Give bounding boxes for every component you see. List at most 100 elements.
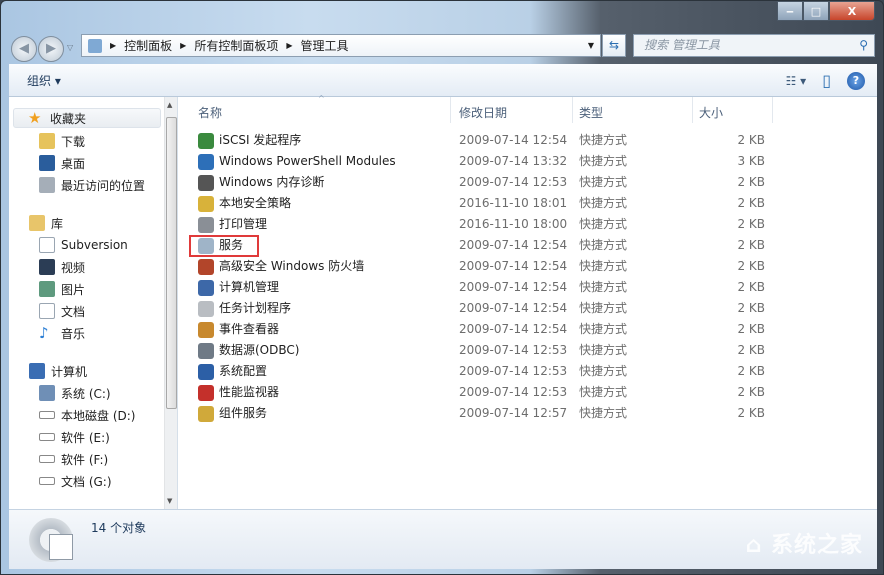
shortcut-icon xyxy=(198,406,214,422)
file-name: 任务计划程序 xyxy=(219,301,292,315)
file-date: 2009-07-14 12:57 xyxy=(459,406,568,420)
scrollbar-thumb[interactable] xyxy=(166,117,177,409)
nav-libraries[interactable]: 库 xyxy=(29,213,63,233)
file-type: 快捷方式 xyxy=(579,364,628,378)
file-row[interactable]: 数据源(ODBC) 2009-07-14 12:53 快捷方式 2 KB xyxy=(178,340,878,361)
file-type: 快捷方式 xyxy=(579,133,628,147)
file-row[interactable]: 高级安全 Windows 防火墙 2009-07-14 12:54 快捷方式 2… xyxy=(178,256,878,277)
file-row[interactable]: 服务 2009-07-14 12:54 快捷方式 2 KB xyxy=(178,235,878,256)
forward-button[interactable]: ▶ xyxy=(38,36,64,62)
breadcrumb-segment[interactable]: 控制面板 xyxy=(124,37,172,54)
nav-drive-f[interactable]: 软件 (F:) xyxy=(39,449,108,469)
system-drive-icon xyxy=(39,385,55,401)
file-list: 名称 ^ 修改日期 类型 大小 iSCSI 发起程序 2009-07-14 12… xyxy=(177,94,878,509)
file-row[interactable]: Windows PowerShell Modules 2009-07-14 13… xyxy=(178,151,878,172)
checklist-icon xyxy=(49,534,73,560)
search-input[interactable]: 搜索 管理工具 ⚲ xyxy=(633,34,875,57)
file-type: 快捷方式 xyxy=(579,301,628,315)
file-size: 2 KB xyxy=(737,406,765,420)
column-header-date[interactable]: 修改日期 xyxy=(459,104,507,121)
breadcrumb-segment[interactable]: 管理工具 xyxy=(301,37,349,54)
column-header-type[interactable]: 类型 xyxy=(579,104,603,121)
maximize-button[interactable]: □ xyxy=(803,1,829,21)
shortcut-icon xyxy=(198,301,214,317)
file-row[interactable]: 任务计划程序 2009-07-14 12:54 快捷方式 2 KB xyxy=(178,298,878,319)
nav-item-desktop[interactable]: 桌面 xyxy=(39,153,85,173)
nav-computer[interactable]: 计算机 xyxy=(29,361,87,381)
nav-item-videos[interactable]: 视频 xyxy=(39,257,85,277)
file-row[interactable]: 计算机管理 2009-07-14 12:54 快捷方式 2 KB xyxy=(178,277,878,298)
file-name: 计算机管理 xyxy=(219,280,280,294)
drive-icon xyxy=(39,411,55,419)
file-size: 2 KB xyxy=(737,133,765,147)
file-name: 打印管理 xyxy=(219,217,268,231)
details-pane: 14 个对象 ⌂ 系统之家 xyxy=(9,509,877,569)
file-row[interactable]: iSCSI 发起程序 2009-07-14 12:54 快捷方式 2 KB xyxy=(178,130,878,151)
nav-drive-d[interactable]: 本地磁盘 (D:) xyxy=(39,405,135,425)
file-type: 快捷方式 xyxy=(579,217,628,231)
shortcut-icon xyxy=(198,385,214,401)
help-button[interactable]: ? xyxy=(847,71,865,90)
back-button[interactable]: ◀ xyxy=(11,36,37,62)
nav-drive-c[interactable]: 系统 (C:) xyxy=(39,383,111,403)
nav-item-pictures[interactable]: 图片 xyxy=(39,279,85,299)
file-size: 2 KB xyxy=(737,364,765,378)
nav-item-downloads[interactable]: 下载 xyxy=(39,131,85,151)
file-type: 快捷方式 xyxy=(579,175,628,189)
file-date: 2016-11-10 18:00 xyxy=(459,217,568,231)
shortcut-icon xyxy=(198,280,214,296)
file-row[interactable]: 系统配置 2009-07-14 12:53 快捷方式 2 KB xyxy=(178,361,878,382)
file-size: 2 KB xyxy=(737,385,765,399)
breadcrumb-segment[interactable]: 所有控制面板项 xyxy=(194,37,278,54)
file-row[interactable]: 性能监视器 2009-07-14 12:53 快捷方式 2 KB xyxy=(178,382,878,403)
close-button[interactable]: X xyxy=(829,1,875,21)
document-library-icon xyxy=(39,237,55,253)
views-button[interactable]: ☷ ▾ xyxy=(786,74,807,88)
recent-pages-dropdown[interactable]: ▽ xyxy=(67,43,73,52)
nav-item-subversion[interactable]: Subversion xyxy=(39,235,128,255)
drive-icon xyxy=(39,477,55,485)
file-size: 2 KB xyxy=(737,196,765,210)
shortcut-icon xyxy=(198,133,214,149)
music-note-icon: ♪ xyxy=(39,324,49,342)
file-date: 2009-07-14 12:53 xyxy=(459,175,568,189)
file-date: 2009-07-14 12:54 xyxy=(459,238,568,252)
file-size: 2 KB xyxy=(737,280,765,294)
nav-drive-e[interactable]: 软件 (E:) xyxy=(39,427,110,447)
file-type: 快捷方式 xyxy=(579,238,628,252)
refresh-button[interactable]: ⇆ xyxy=(602,34,626,57)
shortcut-icon xyxy=(198,322,214,338)
nav-scrollbar[interactable]: ▲ ▼ xyxy=(164,97,177,509)
scroll-down-arrow[interactable]: ▼ xyxy=(167,497,172,505)
file-row[interactable]: 事件查看器 2009-07-14 12:54 快捷方式 2 KB xyxy=(178,319,878,340)
minimize-button[interactable]: ‒ xyxy=(777,1,803,21)
file-row[interactable]: 组件服务 2009-07-14 12:57 快捷方式 2 KB xyxy=(178,403,878,424)
shortcut-icon xyxy=(198,196,214,212)
scroll-up-arrow[interactable]: ▲ xyxy=(167,101,172,109)
column-header-name[interactable]: 名称 xyxy=(198,104,222,121)
file-size: 2 KB xyxy=(737,238,765,252)
nav-item-documents[interactable]: 文档 xyxy=(39,301,85,321)
nav-item-recent[interactable]: 最近访问的位置 xyxy=(39,175,145,195)
file-type: 快捷方式 xyxy=(579,196,628,210)
column-header-size[interactable]: 大小 xyxy=(699,104,723,121)
file-row[interactable]: 打印管理 2016-11-10 18:00 快捷方式 2 KB xyxy=(178,214,878,235)
file-size: 2 KB xyxy=(737,301,765,315)
nav-favorites[interactable]: ★ 收藏夹 xyxy=(13,108,161,128)
file-row[interactable]: 本地安全策略 2016-11-10 18:01 快捷方式 2 KB xyxy=(178,193,878,214)
file-row[interactable]: Windows 内存诊断 2009-07-14 12:53 快捷方式 2 KB xyxy=(178,172,878,193)
nav-item-music[interactable]: ♪ 音乐 xyxy=(39,323,85,343)
file-type: 快捷方式 xyxy=(579,406,628,420)
file-name: 数据源(ODBC) xyxy=(219,343,300,357)
preview-pane-button[interactable]: ▯ xyxy=(822,71,831,90)
file-name: 组件服务 xyxy=(219,406,268,420)
address-bar[interactable]: ▶ 控制面板 ▶ 所有控制面板项 ▶ 管理工具 ▼ xyxy=(81,34,601,57)
organize-menu[interactable]: 组织 ▾ xyxy=(27,72,61,89)
file-type: 快捷方式 xyxy=(579,385,628,399)
address-dropdown-icon[interactable]: ▼ xyxy=(588,41,594,50)
file-name: iSCSI 发起程序 xyxy=(219,133,302,147)
shortcut-icon xyxy=(198,343,214,359)
search-icon[interactable]: ⚲ xyxy=(859,35,868,56)
highlight-box xyxy=(189,235,259,257)
nav-drive-g[interactable]: 文档 (G:) xyxy=(39,471,112,491)
